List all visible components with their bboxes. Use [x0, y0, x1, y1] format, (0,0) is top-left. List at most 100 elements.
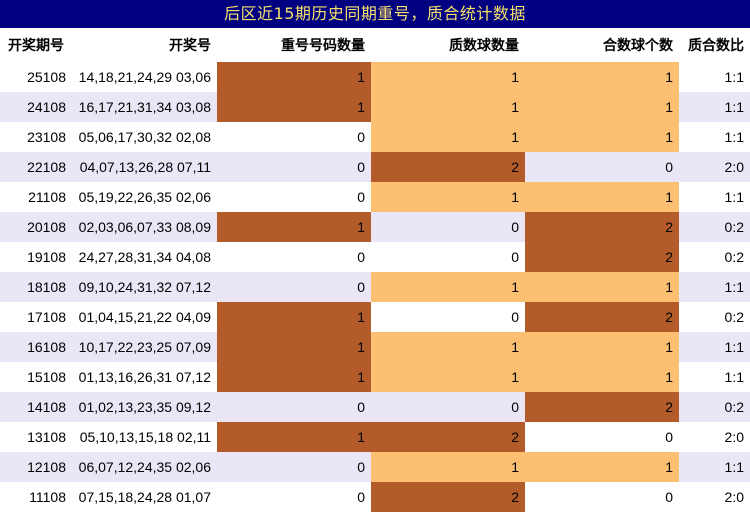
cell-ratio: 0:2: [679, 302, 750, 332]
cell-ratio: 2:0: [679, 152, 750, 182]
cell-repeat-count: 1: [217, 302, 371, 332]
column-header-composite-count: 合数球个数: [525, 28, 679, 62]
cell-issue: 16108: [0, 332, 72, 362]
cell-issue: 14108: [0, 392, 72, 422]
table-row: 19108 24,27,28,31,34 04,08 0 0 2 0:2: [0, 242, 750, 272]
cell-repeat-count: 0: [217, 452, 371, 482]
column-header-issue: 开奖期号: [0, 28, 72, 62]
cell-issue: 19108: [0, 242, 72, 272]
table-row: 16108 10,17,22,23,25 07,09 1 1 1 1:1: [0, 332, 750, 362]
cell-repeat-count: 0: [217, 122, 371, 152]
cell-composite-count: 0: [525, 482, 679, 512]
cell-prime-count: 0: [371, 302, 525, 332]
cell-ratio: 1:1: [679, 362, 750, 392]
stats-table: 开奖期号 开奖号 重号号码数量 质数球数量 合数球个数 质合数比 25108 14…: [0, 28, 750, 512]
table-row: 15108 01,13,16,26,31 07,12 1 1 1 1:1: [0, 362, 750, 392]
cell-repeat-count: 1: [217, 62, 371, 92]
cell-repeat-count: 0: [217, 182, 371, 212]
cell-numbers: 05,19,22,26,35 02,06: [72, 182, 217, 212]
cell-prime-count: 1: [371, 62, 525, 92]
cell-numbers: 01,04,15,21,22 04,09: [72, 302, 217, 332]
cell-ratio: 1:1: [679, 122, 750, 152]
cell-repeat-count: 1: [217, 92, 371, 122]
cell-composite-count: 0: [525, 152, 679, 182]
cell-numbers: 01,13,16,26,31 07,12: [72, 362, 217, 392]
cell-issue: 15108: [0, 362, 72, 392]
cell-repeat-count: 1: [217, 422, 371, 452]
cell-ratio: 1:1: [679, 62, 750, 92]
cell-prime-count: 0: [371, 392, 525, 422]
table-row: 20108 02,03,06,07,33 08,09 1 0 2 0:2: [0, 212, 750, 242]
cell-ratio: 0:2: [679, 212, 750, 242]
column-header-numbers: 开奖号: [72, 28, 217, 62]
cell-ratio: 0:2: [679, 242, 750, 272]
cell-numbers: 07,15,18,24,28 01,07: [72, 482, 217, 512]
cell-issue: 20108: [0, 212, 72, 242]
cell-composite-count: 1: [525, 272, 679, 302]
cell-issue: 12108: [0, 452, 72, 482]
cell-ratio: 1:1: [679, 182, 750, 212]
cell-repeat-count: 0: [217, 482, 371, 512]
table-row: 17108 01,04,15,21,22 04,09 1 0 2 0:2: [0, 302, 750, 332]
table-row: 18108 09,10,24,31,32 07,12 0 1 1 1:1: [0, 272, 750, 302]
cell-composite-count: 1: [525, 92, 679, 122]
cell-prime-count: 2: [371, 482, 525, 512]
cell-prime-count: 1: [371, 122, 525, 152]
cell-numbers: 05,10,13,15,18 02,11: [72, 422, 217, 452]
table-row: 23108 05,06,17,30,32 02,08 0 1 1 1:1: [0, 122, 750, 152]
cell-prime-count: 1: [371, 362, 525, 392]
cell-prime-count: 0: [371, 212, 525, 242]
cell-prime-count: 1: [371, 272, 525, 302]
cell-numbers: 16,17,21,31,34 03,08: [72, 92, 217, 122]
cell-issue: 23108: [0, 122, 72, 152]
cell-composite-count: 1: [525, 62, 679, 92]
cell-composite-count: 1: [525, 362, 679, 392]
cell-issue: 22108: [0, 152, 72, 182]
cell-composite-count: 1: [525, 122, 679, 152]
cell-composite-count: 2: [525, 302, 679, 332]
cell-ratio: 2:0: [679, 482, 750, 512]
cell-composite-count: 2: [525, 212, 679, 242]
cell-issue: 24108: [0, 92, 72, 122]
cell-prime-count: 1: [371, 332, 525, 362]
column-header-prime-count: 质数球数量: [371, 28, 525, 62]
cell-numbers: 10,17,22,23,25 07,09: [72, 332, 217, 362]
table-row: 24108 16,17,21,31,34 03,08 1 1 1 1:1: [0, 92, 750, 122]
cell-issue: 13108: [0, 422, 72, 452]
cell-numbers: 04,07,13,26,28 07,11: [72, 152, 217, 182]
cell-repeat-count: 0: [217, 392, 371, 422]
cell-repeat-count: 0: [217, 152, 371, 182]
table-row: 14108 01,02,13,23,35 09,12 0 0 2 0:2: [0, 392, 750, 422]
cell-ratio: 1:1: [679, 332, 750, 362]
table-row: 21108 05,19,22,26,35 02,06 0 1 1 1:1: [0, 182, 750, 212]
table-row: 13108 05,10,13,15,18 02,11 1 2 0 2:0: [0, 422, 750, 452]
cell-ratio: 0:2: [679, 392, 750, 422]
cell-prime-count: 2: [371, 152, 525, 182]
table-row: 12108 06,07,12,24,35 02,06 0 1 1 1:1: [0, 452, 750, 482]
table-row: 22108 04,07,13,26,28 07,11 0 2 0 2:0: [0, 152, 750, 182]
cell-composite-count: 2: [525, 392, 679, 422]
cell-prime-count: 0: [371, 242, 525, 272]
table-row: 11108 07,15,18,24,28 01,07 0 2 0 2:0: [0, 482, 750, 512]
column-header-ratio: 质合数比: [679, 28, 750, 62]
cell-prime-count: 1: [371, 92, 525, 122]
table-header-row: 开奖期号 开奖号 重号号码数量 质数球数量 合数球个数 质合数比: [0, 28, 750, 62]
cell-numbers: 24,27,28,31,34 04,08: [72, 242, 217, 272]
column-header-repeat-count: 重号号码数量: [217, 28, 371, 62]
cell-repeat-count: 0: [217, 272, 371, 302]
cell-ratio: 2:0: [679, 422, 750, 452]
cell-issue: 17108: [0, 302, 72, 332]
table-row: 25108 14,18,21,24,29 03,06 1 1 1 1:1: [0, 62, 750, 92]
cell-composite-count: 1: [525, 452, 679, 482]
cell-issue: 11108: [0, 482, 72, 512]
cell-prime-count: 2: [371, 422, 525, 452]
cell-ratio: 1:1: [679, 272, 750, 302]
cell-issue: 21108: [0, 182, 72, 212]
cell-issue: 18108: [0, 272, 72, 302]
cell-ratio: 1:1: [679, 452, 750, 482]
cell-repeat-count: 1: [217, 332, 371, 362]
cell-composite-count: 1: [525, 332, 679, 362]
cell-numbers: 09,10,24,31,32 07,12: [72, 272, 217, 302]
cell-numbers: 01,02,13,23,35 09,12: [72, 392, 217, 422]
cell-numbers: 14,18,21,24,29 03,06: [72, 62, 217, 92]
